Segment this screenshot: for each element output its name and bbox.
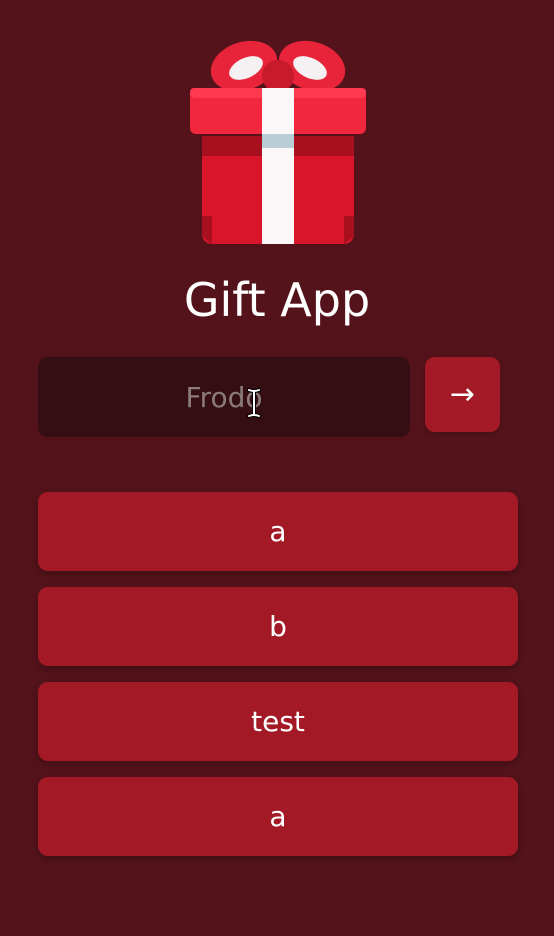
submit-arrow-button[interactable]: → [425,357,500,432]
list-item[interactable]: b [38,587,518,666]
gift-icon [190,40,366,244]
list-item[interactable]: test [38,682,518,761]
name-input[interactable] [38,357,410,437]
list-item[interactable]: a [38,492,518,571]
item-list: a b test a [38,492,518,872]
page-title: Gift App [183,273,371,327]
list-item[interactable]: a [38,777,518,856]
app-container: Gift App → a b test a [0,0,554,936]
